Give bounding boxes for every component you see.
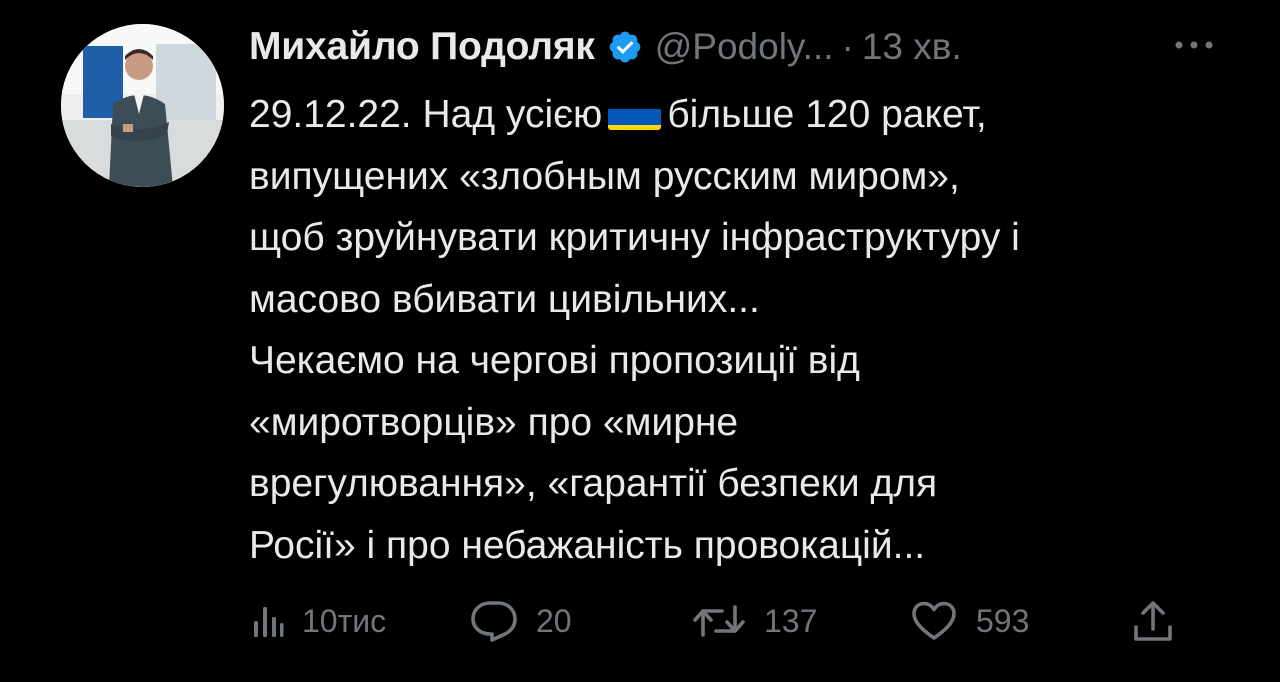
views-count: 10тис xyxy=(302,602,387,639)
ukraine-flag-emoji xyxy=(608,98,662,130)
tweet-actions: 10тис 20 137 593 xyxy=(252,596,1182,646)
separator-dot: · xyxy=(841,26,854,67)
views-button[interactable]: 10тис xyxy=(252,596,386,646)
author-handle[interactable]: @Podoly... xyxy=(655,26,834,68)
tweet-text-line: випущених «злобным русским миром», xyxy=(249,154,960,198)
share-upload-icon xyxy=(1134,601,1172,641)
retweet-count: 137 xyxy=(764,602,818,639)
retweet-arrows-icon xyxy=(693,605,745,637)
tweet-text-line: «миротворців» про «мирне xyxy=(249,400,739,444)
like-count: 593 xyxy=(976,602,1030,639)
tweet-text-segment: більше 120 ракет, xyxy=(667,93,987,136)
tweet-text-line: врегулювання», «гарантії безпеки для xyxy=(249,462,938,505)
retweet-button[interactable]: 137 xyxy=(692,596,817,646)
tweet-text-line: Чекаємо на чергові пропозиції від xyxy=(249,339,860,382)
heart-icon xyxy=(912,601,956,640)
reply-button[interactable]: 20 xyxy=(470,596,572,646)
more-dots-icon xyxy=(1175,41,1213,49)
tweet-text-line: масово вбивати цивільних... xyxy=(249,277,760,321)
more-options-button[interactable] xyxy=(1170,30,1218,60)
reply-bubble-icon xyxy=(471,601,517,642)
verified-badge-icon xyxy=(607,29,643,65)
tweet-header: Михайло Подоляк @Podoly... · 13 хв. xyxy=(249,21,962,73)
avatar-photo xyxy=(61,24,224,187)
tweet-text-segment: 29.12.22. Над усією xyxy=(249,93,603,136)
tweet-text: 29.12.22. Над усією більше 120 ракет, вип… xyxy=(249,84,1239,576)
avatar[interactable] xyxy=(61,24,224,187)
tweet-text-line: щоб зруйнувати критичну інфраструктуру і xyxy=(249,216,1020,259)
author-name[interactable]: Михайло Подоляк xyxy=(249,25,595,69)
tweet-timestamp[interactable]: 13 хв. xyxy=(862,26,962,68)
reply-count: 20 xyxy=(536,602,572,639)
analytics-bars-icon xyxy=(254,607,284,637)
share-button[interactable] xyxy=(1132,596,1174,646)
tweet-text-line: 29.12.22. Над усією більше 120 ракет, xyxy=(249,84,1239,146)
like-button[interactable]: 593 xyxy=(910,596,1029,646)
tweet-text-line: Росії» і про небажаність провокацій... xyxy=(249,523,926,567)
